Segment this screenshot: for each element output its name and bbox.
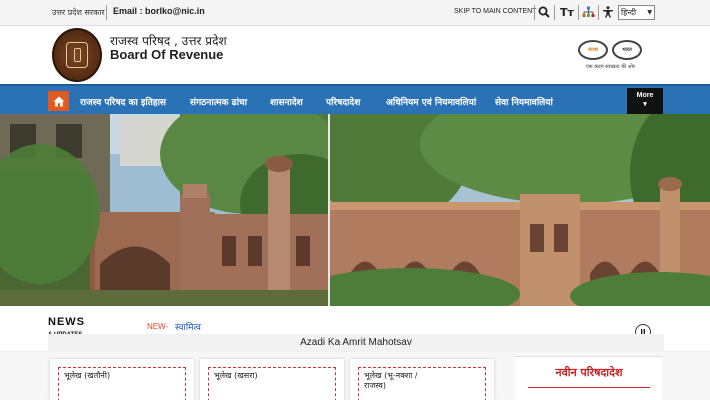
card-label: भूलेख (खसरा) xyxy=(214,371,258,380)
swachh-tagline: एक कदम स्वच्छता की ओर xyxy=(586,64,635,70)
service-card[interactable]: भूलेख (भू-नक्शा / राजस्व) xyxy=(350,359,494,400)
hero-banner xyxy=(0,114,710,306)
card-label: भूलेख (खतौनी) xyxy=(64,371,111,380)
main-navigation: राजस्व परिषद का इतिहास संगठनात्मक ढांचा … xyxy=(0,84,710,116)
title-underline xyxy=(528,387,650,388)
news-ticker-link[interactable]: स्वामित्व xyxy=(175,320,201,333)
latest-board-orders-panel: नवीन परिषदादेश xyxy=(516,356,662,400)
banner-photo-left xyxy=(0,114,328,306)
nav-item-board-orders[interactable]: परिषदादेश xyxy=(326,95,360,108)
site-header: राजस्व परिषद , उत्तर प्रदेश Board Of Rev… xyxy=(0,26,710,84)
home-icon[interactable] xyxy=(48,91,69,111)
new-tag: NEW- xyxy=(147,322,169,331)
nav-item-acts-and-rules[interactable]: अधिनियम एवं नियमावलियां xyxy=(386,95,476,108)
contact-email[interactable]: Email : borlko@nic.in xyxy=(113,6,205,16)
nav-item-history[interactable]: राजस्व परिषद का इतिहास xyxy=(80,95,166,108)
topbar-divider xyxy=(598,5,599,20)
swachh-glass-right: भारत xyxy=(612,40,642,60)
search-icon[interactable] xyxy=(536,4,552,20)
more-menu-button[interactable]: More ▾ xyxy=(627,88,663,116)
font-size-icon[interactable]: Tт xyxy=(557,4,577,20)
chevron-down-icon: ▼ xyxy=(647,9,652,16)
more-label: More xyxy=(636,92,654,99)
service-card[interactable]: भूलेख (खसरा) xyxy=(200,359,344,400)
language-selected-value: हिन्दी xyxy=(621,8,637,17)
swachh-glass-left: स्वच्छ xyxy=(578,40,608,60)
topbar-divider xyxy=(578,5,579,20)
banner-photo-right xyxy=(330,114,710,306)
card-label: भूलेख (भू-नक्शा / राजस्व) xyxy=(364,371,418,390)
skip-to-main-content-link[interactable]: SKIP TO MAIN CONTENT xyxy=(454,8,536,15)
topbar-divider xyxy=(534,5,535,20)
topbar-divider xyxy=(106,5,107,20)
latest-board-orders-title: नवीन परिषदादेश xyxy=(555,366,623,379)
nav-item-government-orders[interactable]: शासनादेश xyxy=(270,95,303,108)
topbar-divider xyxy=(554,5,555,20)
nav-item-organizational-structure[interactable]: संगठनात्मक ढांचा xyxy=(190,95,247,108)
site-title-english: Board Of Revenue xyxy=(110,47,224,62)
language-select[interactable]: हिन्दी ▼ xyxy=(618,5,655,20)
news-heading: NEWS xyxy=(48,316,85,328)
accessibility-icon[interactable] xyxy=(600,4,616,20)
nav-item-service-rules[interactable]: सेवा नियमावलियां xyxy=(495,95,553,108)
government-label: उत्तर प्रदेश सरकार xyxy=(52,8,105,17)
sitemap-icon[interactable] xyxy=(580,4,596,20)
top-utility-bar: उत्तर प्रदेश सरकार Email : borlko@nic.in… xyxy=(0,0,710,26)
service-card[interactable]: भूलेख (खतौनी) xyxy=(50,359,194,400)
chevron-down-icon: ▾ xyxy=(643,101,647,108)
swachh-bharat-logo[interactable]: स्वच्छ भारत एक कदम स्वच्छता की ओर xyxy=(576,36,656,76)
up-government-emblem-logo[interactable] xyxy=(52,28,102,82)
azadi-ka-amrit-mahotsav-strip[interactable]: Azadi Ka Amrit Mahotsav xyxy=(48,334,664,352)
